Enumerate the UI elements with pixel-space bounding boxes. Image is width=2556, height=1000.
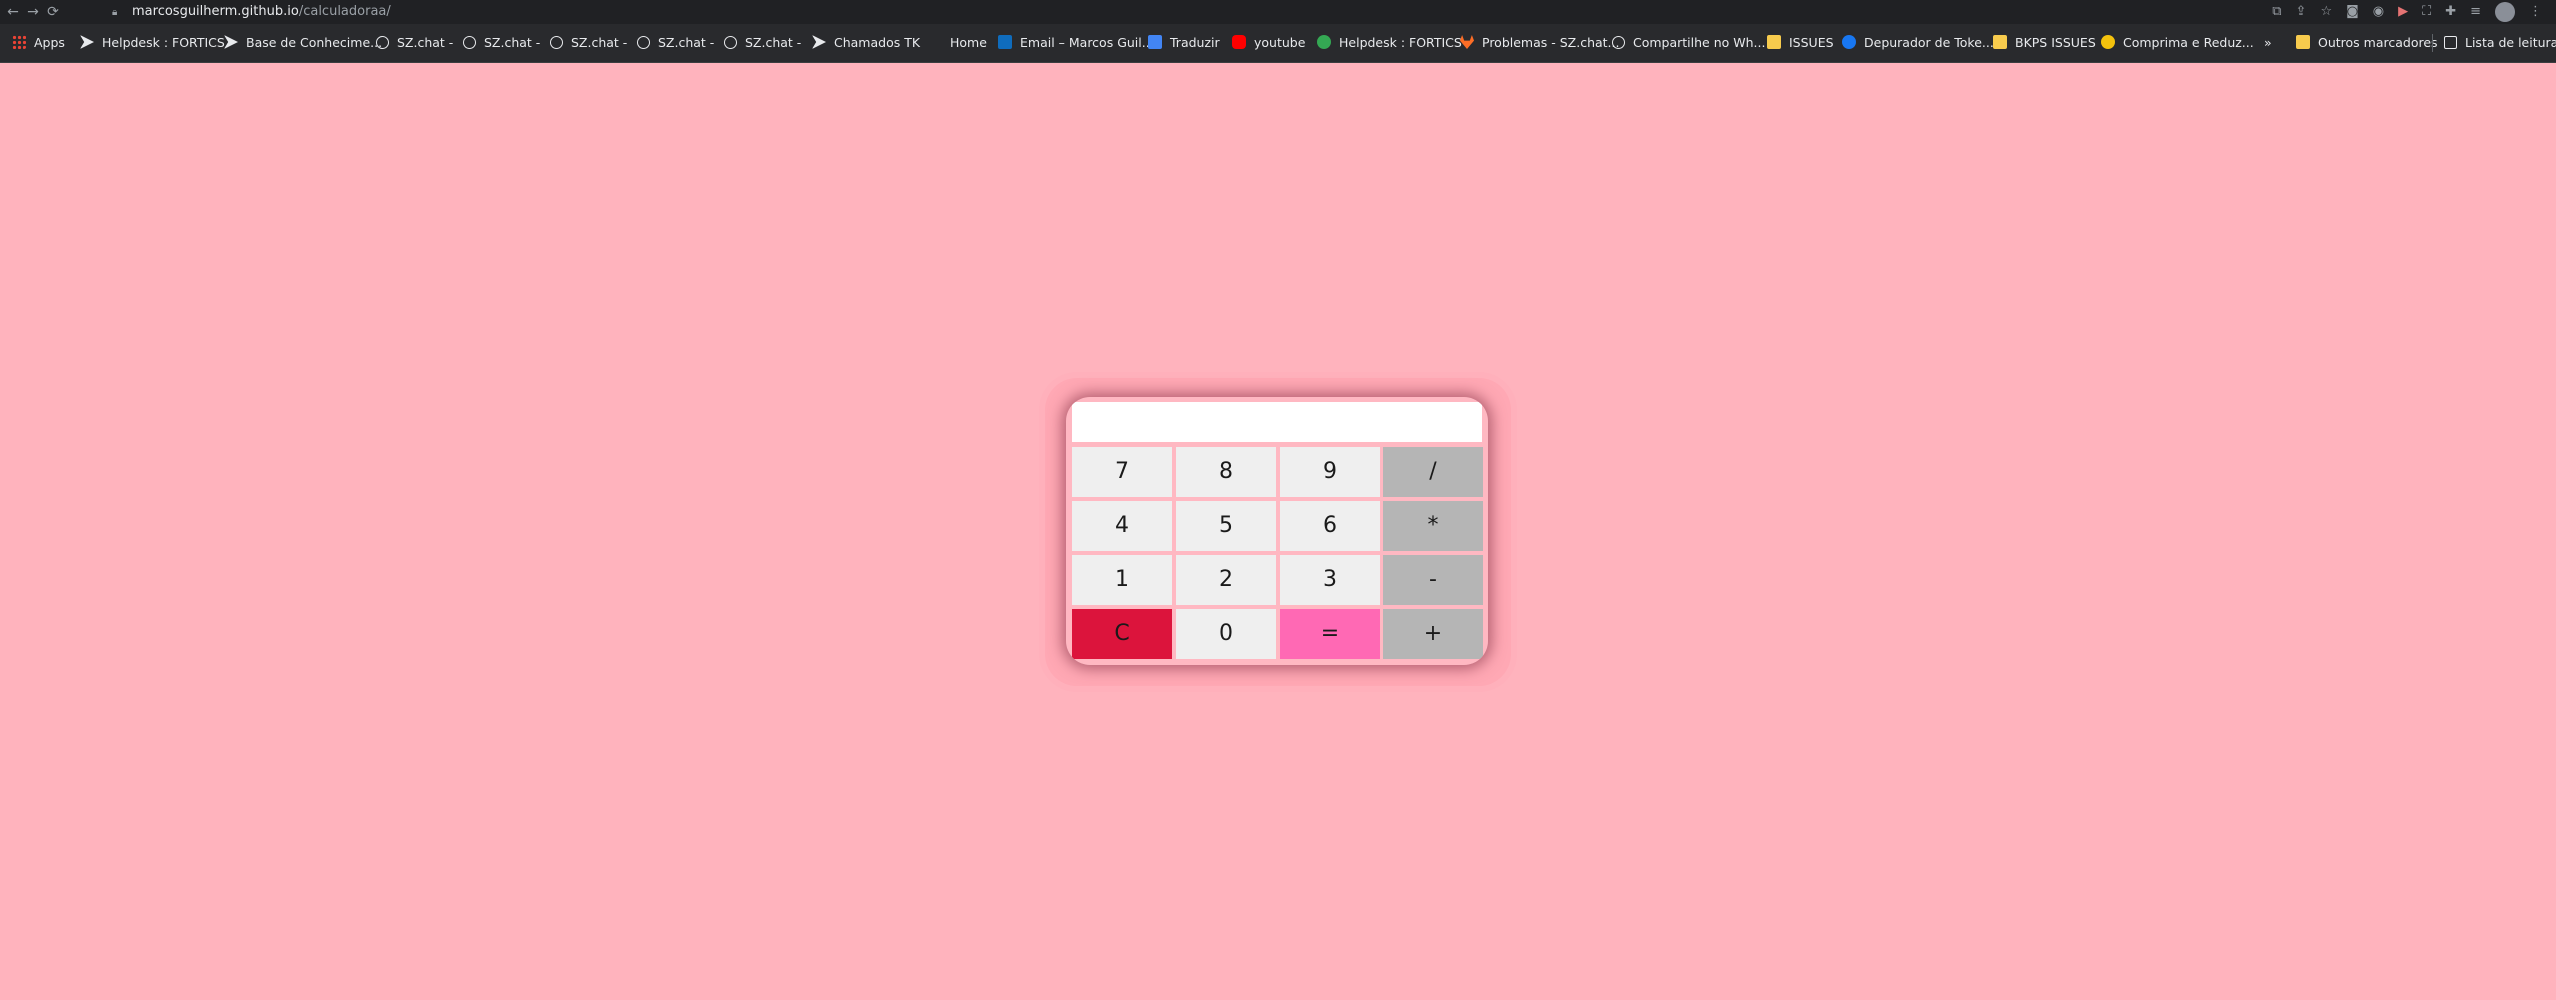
bookmark-compartilhe[interactable]: Compartilhe no Wh... xyxy=(1612,34,1765,52)
toolbar-icons: ⧉ ⇪ ☆ ◙ ◉ ▶ ⛶ ✚ ≡ ⋮ xyxy=(2272,2,2542,22)
bookmark-apps[interactable]: Apps xyxy=(12,34,65,52)
address-bar[interactable]: 🔒︎ marcosguilherm.github.io/calculadoraa/ xyxy=(112,2,2162,22)
profile-avatar[interactable] xyxy=(2495,2,2515,22)
bookmark-youtube[interactable]: youtube xyxy=(1232,34,1305,52)
key-3[interactable]: 3 xyxy=(1280,555,1380,605)
globe-icon xyxy=(376,36,389,49)
key-0[interactable]: 0 xyxy=(1176,609,1276,659)
translate-page-icon[interactable]: ⧉ xyxy=(2272,3,2281,21)
key-add[interactable]: + xyxy=(1383,609,1483,659)
bookmark-base-conhecimento[interactable]: Base de Conhecime... xyxy=(224,34,382,52)
share-icon[interactable]: ⇪ xyxy=(2296,3,2307,21)
bookmarks-overflow-chevron-icon[interactable]: » xyxy=(2264,34,2272,52)
reload-icon[interactable]: ⟳ xyxy=(44,3,62,21)
camera-icon[interactable]: ◙ xyxy=(2346,3,2359,21)
bookmark-star-icon[interactable]: ☆ xyxy=(2320,3,2332,21)
key-multiply[interactable]: * xyxy=(1383,501,1483,551)
key-9[interactable]: 9 xyxy=(1280,447,1380,497)
calculator-display[interactable] xyxy=(1072,402,1482,442)
bookmark-szchat-4[interactable]: SZ.chat - xyxy=(637,34,714,52)
extension-icon[interactable]: ◉ xyxy=(2373,3,2384,21)
menu-icon[interactable]: ⋮ xyxy=(2529,3,2542,21)
bookmark-issues[interactable]: ISSUES xyxy=(1767,34,1834,52)
bookmark-depurador[interactable]: Depurador de Toke... xyxy=(1842,34,1994,52)
media-icon[interactable]: ≡ xyxy=(2470,3,2481,21)
folder-icon xyxy=(1767,35,1781,49)
bookmark-helpdesk-fortics[interactable]: Helpdesk : FORTICS xyxy=(80,34,225,52)
bookmark-szchat-3[interactable]: SZ.chat - xyxy=(550,34,627,52)
apps-grid-icon xyxy=(12,35,26,49)
key-divide[interactable]: / xyxy=(1383,447,1483,497)
back-icon[interactable]: ← xyxy=(4,3,22,21)
key-7[interactable]: 7 xyxy=(1072,447,1172,497)
key-5[interactable]: 5 xyxy=(1176,501,1276,551)
key-8[interactable]: 8 xyxy=(1176,447,1276,497)
bookmark-problemas[interactable]: Problemas - SZ.chat... xyxy=(1460,34,1619,52)
url-path: /calculadoraa/ xyxy=(298,4,391,19)
bookmark-bkps-issues[interactable]: BKPS ISSUES xyxy=(1993,34,2096,52)
key-equals[interactable]: = xyxy=(1280,609,1380,659)
fortics-icon xyxy=(224,35,238,49)
bookmark-szchat-5[interactable]: SZ.chat - xyxy=(724,34,801,52)
bookmark-lista-leitura[interactable]: Lista de leitura xyxy=(2444,34,2556,52)
record-icon[interactable]: ▶ xyxy=(2398,3,2408,21)
globe-icon xyxy=(550,36,563,49)
key-1[interactable]: 1 xyxy=(1072,555,1172,605)
fortics-icon xyxy=(812,35,826,49)
green-circle-icon xyxy=(1317,35,1331,49)
bookmarks-bar: Apps Helpdesk : FORTICS Base de Conhecim… xyxy=(0,24,2556,63)
bookmark-szchat-2[interactable]: SZ.chat - xyxy=(463,34,540,52)
screenshot-icon[interactable]: ⛶ xyxy=(2422,3,2431,21)
bookmark-outros-marcadores[interactable]: Outros marcadores xyxy=(2296,34,2438,52)
reading-list-icon xyxy=(2444,36,2457,49)
key-4[interactable]: 4 xyxy=(1072,501,1172,551)
bookmark-traduzir[interactable]: Traduzir xyxy=(1148,34,1220,52)
key-6[interactable]: 6 xyxy=(1280,501,1380,551)
translate-icon xyxy=(1148,35,1162,49)
gitlab-icon xyxy=(1460,35,1474,49)
browser-toolbar: ← → ⟳ 🔒︎ marcosguilherm.github.io/calcula… xyxy=(0,0,2556,24)
youtube-icon xyxy=(1232,35,1246,49)
bookmarks-divider xyxy=(2432,34,2433,52)
globe-icon xyxy=(1612,36,1625,49)
calculator: 7 8 9 / 4 5 6 * 1 2 3 - C 0 = + xyxy=(1066,397,1488,665)
bookmark-szchat-1[interactable]: SZ.chat - xyxy=(376,34,453,52)
blank-page-icon xyxy=(928,35,942,49)
globe-icon xyxy=(637,36,650,49)
key-subtract[interactable]: - xyxy=(1383,555,1483,605)
globe-icon xyxy=(463,36,476,49)
forward-icon[interactable]: → xyxy=(24,3,42,21)
bookmark-email[interactable]: Email – Marcos Guil... xyxy=(998,34,1154,52)
lock-icon: 🔒︎ xyxy=(112,7,118,18)
globe-icon xyxy=(724,36,737,49)
puzzle-icon[interactable]: ✚ xyxy=(2445,3,2456,21)
folder-icon xyxy=(2296,35,2310,49)
bookmark-helpdesk-fortics-2[interactable]: Helpdesk : FORTICS xyxy=(1317,34,1462,52)
folder-icon xyxy=(1993,35,2007,49)
bookmark-comprima[interactable]: Comprima e Reduz... xyxy=(2101,34,2254,52)
key-clear[interactable]: C xyxy=(1072,609,1172,659)
facebook-icon xyxy=(1842,35,1856,49)
key-2[interactable]: 2 xyxy=(1176,555,1276,605)
outlook-icon xyxy=(998,35,1012,49)
bookmark-chamados-tk[interactable]: Chamados TK xyxy=(812,34,920,52)
bookmark-home[interactable]: Home xyxy=(928,34,987,52)
fortics-icon xyxy=(80,35,94,49)
yellow-circle-icon xyxy=(2101,35,2115,49)
url-host: marcosguilherm.github.io xyxy=(132,4,299,19)
